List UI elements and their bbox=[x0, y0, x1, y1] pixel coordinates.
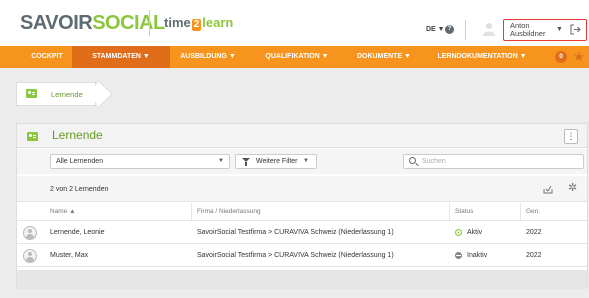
more-filters-button[interactable]: Weitere Filter ▼ bbox=[235, 154, 317, 169]
search-icon bbox=[409, 157, 416, 164]
user-name-line2: Ausbildner bbox=[510, 29, 546, 38]
user-avatar-icon bbox=[23, 249, 37, 263]
column-header-name[interactable]: Name ▲ bbox=[50, 208, 76, 215]
search-placeholder: Suchen bbox=[422, 158, 446, 165]
logo-divider bbox=[149, 10, 150, 36]
learner-gen: 2022 bbox=[526, 229, 542, 236]
logo-text-two: 2 bbox=[191, 19, 202, 31]
search-input[interactable]: Suchen bbox=[403, 154, 584, 169]
chevron-down-icon[interactable]: ▼ bbox=[556, 26, 563, 33]
learner-status: Inaktiv bbox=[467, 252, 488, 259]
learner-name[interactable]: Muster, Max bbox=[50, 252, 88, 259]
column-divider bbox=[449, 203, 450, 221]
savoirsocial-logo[interactable]: SAVOIRSOCIAL bbox=[20, 13, 165, 33]
id-card-icon bbox=[27, 132, 38, 141]
table-row[interactable]: Muster, Max SavoirSocial Testfirma > CUR… bbox=[17, 245, 587, 267]
learner-status: Aktiv bbox=[467, 229, 483, 236]
more-options-button[interactable]: ⋮ bbox=[564, 129, 578, 144]
nav-item-qualifikation[interactable]: QUALIFIKATION ▼ bbox=[252, 46, 342, 68]
time2learn-logo[interactable]: time 2 learn bbox=[164, 16, 233, 31]
notification-badge[interactable]: 0 bbox=[555, 51, 567, 63]
nav-item-cockpit[interactable]: COCKPIT bbox=[22, 46, 72, 68]
help-icon[interactable]: ? bbox=[445, 25, 454, 34]
star-icon[interactable]: ★ bbox=[573, 49, 585, 65]
user-name: Anton Ausbildner bbox=[510, 22, 545, 38]
filter-icon bbox=[242, 158, 250, 166]
learner-company: SavoirSocial Testfirma > CURAVIVA Schwei… bbox=[197, 229, 394, 236]
learner-gen: 2022 bbox=[526, 252, 542, 259]
table-row[interactable]: Lernende, Leonie SavoirSocial Testfirma … bbox=[17, 222, 587, 244]
logo-text-time: time bbox=[164, 15, 191, 30]
learner-filter-select[interactable]: Alle Lernenden ▼ bbox=[50, 154, 230, 169]
filter-bar: Alle Lernenden ▼ Weitere Filter ▼ Suchen bbox=[17, 149, 587, 174]
result-count: 2 von 2 Lernenden bbox=[50, 186, 109, 193]
lernende-panel: Lernende ⋮ Alle Lernenden ▼ Weitere Filt… bbox=[16, 123, 588, 289]
export-icon[interactable] bbox=[543, 184, 553, 194]
column-divider bbox=[520, 203, 521, 221]
column-header-gen[interactable]: Gen. bbox=[526, 208, 540, 215]
nav-item-lerndokumentation[interactable]: LERNDOKUMENTATION ▼ bbox=[428, 46, 536, 68]
logout-icon[interactable] bbox=[570, 24, 581, 35]
nav-item-stammdaten[interactable]: STAMMDATEN ▼ bbox=[72, 46, 170, 68]
language-selector[interactable]: DE ▼ bbox=[426, 26, 445, 33]
table-header: Name ▲ Firma / Niederlassung Status Gen. bbox=[17, 203, 587, 221]
user-avatar-icon bbox=[23, 226, 37, 240]
panel-title: Lernende bbox=[52, 128, 103, 142]
chevron-down-icon: ▼ bbox=[218, 158, 224, 164]
status-inactive-icon bbox=[455, 252, 462, 259]
learner-filter-value: Alle Lernenden bbox=[56, 158, 104, 165]
logo-text-learn: learn bbox=[202, 15, 234, 30]
user-menu[interactable]: Anton Ausbildner ▼ bbox=[503, 19, 587, 41]
panel-header: Lernende ⋮ bbox=[17, 124, 587, 148]
column-header-company[interactable]: Firma / Niederlassung bbox=[197, 208, 261, 215]
header-divider bbox=[465, 20, 466, 40]
main-navigation: COCKPIT STAMMDATEN ▼ AUSBILDUNG ▼ QUALIF… bbox=[0, 46, 589, 68]
column-header-status[interactable]: Status bbox=[455, 208, 473, 215]
status-active-icon bbox=[455, 229, 462, 236]
logo-text-social: SOCIAL bbox=[92, 12, 165, 34]
id-card-icon bbox=[26, 89, 37, 98]
learner-company: SavoirSocial Testfirma > CURAVIVA Schwei… bbox=[197, 252, 394, 259]
more-filters-label: Weitere Filter bbox=[256, 158, 298, 165]
logo-text-savoir: SAVOIR bbox=[20, 12, 93, 34]
chevron-down-icon: ▼ bbox=[303, 158, 309, 164]
breadcrumb-item-lernende[interactable]: Lernende bbox=[51, 90, 83, 99]
nav-item-ausbildung[interactable]: AUSBILDUNG ▼ bbox=[170, 46, 246, 68]
user-avatar-icon[interactable] bbox=[483, 22, 495, 36]
column-divider bbox=[191, 203, 192, 221]
nav-item-dokumente[interactable]: DOKUMENTE ▼ bbox=[344, 46, 424, 68]
app-header: SAVOIRSOCIAL time 2 learn DE ▼ ? Anton Aus… bbox=[0, 0, 589, 46]
table-footer bbox=[17, 270, 587, 289]
learner-name[interactable]: Lernende, Leonie bbox=[50, 229, 105, 236]
gear-icon[interactable]: ✲ bbox=[568, 183, 577, 194]
results-toolbar: 2 von 2 Lernenden ✲ bbox=[17, 176, 587, 202]
